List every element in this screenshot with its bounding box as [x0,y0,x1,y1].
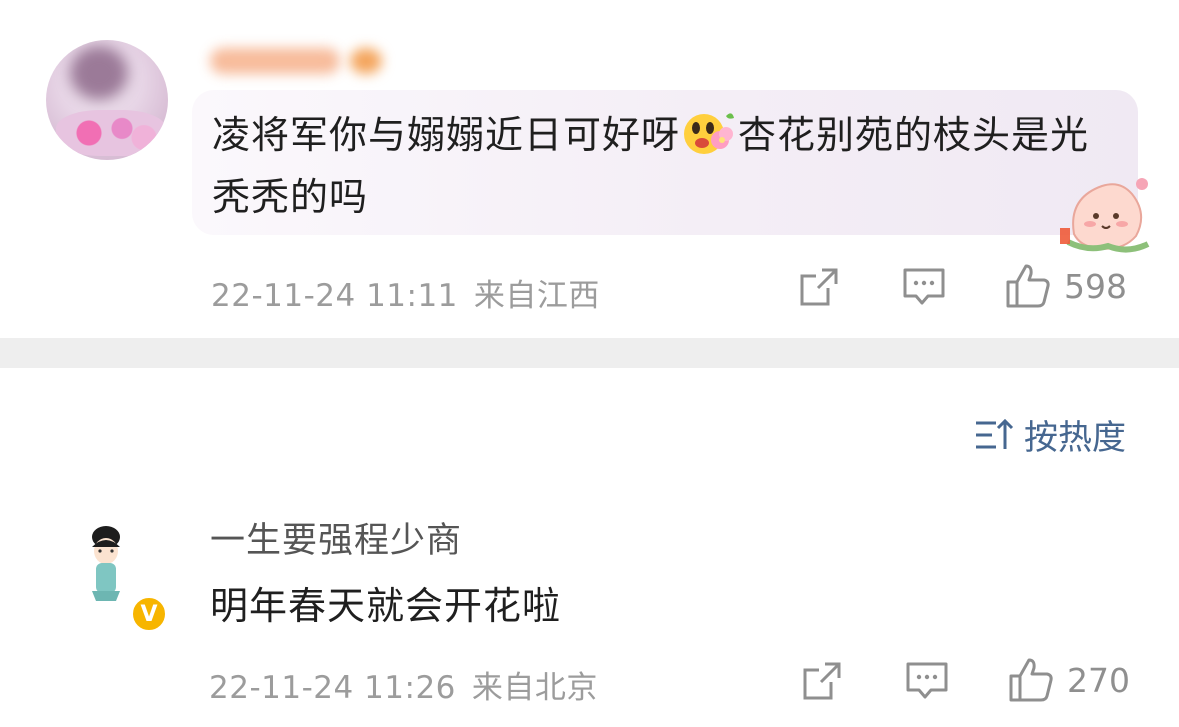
comment-time: 22-11-24 11:11 [211,278,458,314]
like-button[interactable]: 598 [1004,262,1127,310]
thumbs-up-icon [1006,264,1050,308]
comment-meta: 22-11-24 11:26 来自北京 [209,662,598,707]
sort-icon [976,418,1014,449]
username[interactable]: 一生要强程少商 [210,512,462,563]
flower-face-emoji-icon [682,108,736,158]
user-avatar[interactable] [46,40,168,160]
sort-label: 按热度 [1024,418,1126,458]
section-divider [0,338,1179,368]
peach-character-sticker-icon [1060,178,1150,253]
like-count: 270 [1067,660,1130,700]
sort-button[interactable]: 按热度 [974,410,1126,459]
username-blurred[interactable] [210,40,390,82]
verified-badge: V [130,595,168,633]
like-button[interactable]: 270 [1007,656,1130,704]
comment-meta: 22-11-24 11:11 来自江西 [211,270,600,315]
share-icon [800,268,838,306]
share-icon [803,662,841,700]
reply-button[interactable] [902,266,946,308]
comment-icon [903,268,945,305]
comment-text: 明年春天就会开花啦 [210,584,562,628]
comment-icon [906,662,948,699]
reply-button[interactable] [905,660,949,702]
comment-source: 来自江西 [473,278,600,314]
share-button[interactable] [798,266,840,308]
comment-feed: 凌将军你与嫋嫋近日可好呀 杏花别苑的枝头是光秃秃的吗 22-11-24 11:1… [0,0,1179,727]
thumbs-up-icon [1009,658,1053,702]
comment-source: 来自北京 [471,670,598,706]
share-button[interactable] [801,660,843,702]
comment-text: 凌将军你与嫋嫋近日可好呀 杏花别苑的枝头是光秃秃的吗 [212,104,1112,228]
like-count: 598 [1064,266,1127,306]
comment-time: 22-11-24 11:26 [209,670,456,706]
